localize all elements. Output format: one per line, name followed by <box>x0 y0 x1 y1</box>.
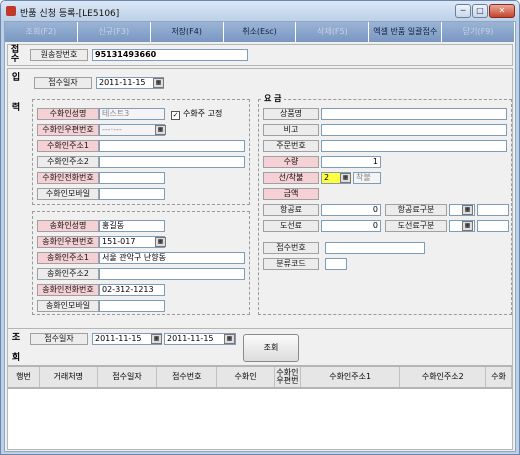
recipient-addr1-input[interactable] <box>99 140 245 152</box>
toolbar-button[interactable]: 삭제(F5) <box>296 22 370 42</box>
search-icon[interactable]: ▦ <box>340 173 351 183</box>
recipient-postcode-label: 수화인우편번호 <box>37 124 99 136</box>
toolbar-button[interactable]: 조회(F2) <box>5 22 78 42</box>
recipient-name-input[interactable]: 테스트3 <box>99 108 165 120</box>
recipient-fix-label: 수화주 고정 <box>183 109 223 118</box>
calendar-icon[interactable]: ▦ <box>155 125 166 135</box>
sender-addr1-input[interactable]: 서울 관악구 난향동 <box>99 252 245 264</box>
note-input[interactable] <box>321 124 507 136</box>
section-label-input: 입 력 <box>11 73 21 113</box>
waybill-label: 원송장번호 <box>30 49 88 61</box>
sender-addr2-label: 송화인주소2 <box>37 268 99 280</box>
prepaid-label: 선/착불 <box>263 172 319 184</box>
air-fee-input[interactable]: 0 <box>321 204 381 216</box>
receipt-no-label: 접수번호 <box>263 242 319 254</box>
close-button[interactable]: ✕ <box>489 4 515 18</box>
grid-column-header[interactable]: 수화인 <box>217 367 275 387</box>
section-label-receipt: 접수 <box>10 45 20 64</box>
app-window: 반품 신청 등록-[LE5106] ─ □ ✕ 조회(F2) 신규(F3) 저장(F… <box>0 0 520 455</box>
grid-column-header[interactable]: 수화인주소2 <box>400 367 487 387</box>
recipient-fix-checkbox[interactable]: ✓ <box>171 111 180 120</box>
air-fee-label: 항공료 <box>263 204 319 216</box>
minimize-button[interactable]: ─ <box>455 4 471 18</box>
ferry-type-text[interactable] <box>477 220 509 232</box>
sender-phone-label: 송화인전화번호 <box>37 284 99 296</box>
title-bar[interactable]: 반품 신청 등록-[LE5106] ─ □ ✕ <box>1 1 519 21</box>
recipient-name-label: 수화인성명 <box>37 108 99 120</box>
class-code-input[interactable] <box>325 258 347 270</box>
app-icon <box>6 6 16 16</box>
grid-column-header[interactable]: 행번 <box>8 367 40 387</box>
ferry-type-label: 도선료구분 <box>385 220 447 232</box>
grid-column-header[interactable]: 접수일자 <box>98 367 158 387</box>
note-label: 비고 <box>263 124 319 136</box>
sender-name-label: 송화인성명 <box>37 220 99 232</box>
toolbar-button[interactable]: 신규(F3) <box>77 22 151 42</box>
charges-heading: 요 금 <box>262 93 284 105</box>
section-label-query: 조 회 <box>11 333 21 363</box>
grid-column-header[interactable]: 수화인주소1 <box>301 367 401 387</box>
search-icon[interactable]: ▦ <box>462 221 473 231</box>
grid-header: 행번 거래처명 접수일자 접수번호 수화인 수화인 우편번 수화인주소1 수화인주소2 수화 <box>7 366 513 388</box>
toolbar-button[interactable]: 엑셀 반품 일괄접수 <box>369 22 443 42</box>
calendar-icon[interactable]: ▦ <box>155 237 166 247</box>
waybill-section: 접수 원송장번호 95131493660 <box>7 44 513 66</box>
sender-addr2-input[interactable] <box>99 268 245 280</box>
ferry-fee-input[interactable]: 0 <box>321 220 381 232</box>
recipient-phone-input[interactable] <box>99 172 165 184</box>
receipt-date-label: 접수일자 <box>34 77 92 89</box>
toolbar-button[interactable]: 취소(Esc) <box>223 22 297 42</box>
air-type-text[interactable] <box>477 204 509 216</box>
waybill-input[interactable]: 95131493660 <box>92 49 248 61</box>
prepaid-text: 착불 <box>353 172 381 184</box>
order-no-input[interactable] <box>321 140 507 152</box>
calendar-icon[interactable]: ▦ <box>151 334 162 344</box>
order-no-label: 주문번호 <box>263 140 319 152</box>
sender-mobile-input[interactable] <box>99 300 165 312</box>
sender-phone-input[interactable]: 02-312-1213 <box>99 284 165 296</box>
toolbar: 조회(F2) 신규(F3) 저장(F4) 취소(Esc) 삭제(F5) 엑셀 반품 일괄접… <box>5 22 516 42</box>
toolbar-button[interactable]: 닫기(F9) <box>442 22 516 42</box>
grid-column-header[interactable]: 접수번호 <box>157 367 218 387</box>
product-label: 상품명 <box>263 108 319 120</box>
maximize-button[interactable]: □ <box>472 4 488 18</box>
recipient-addr2-label: 수화인주소2 <box>37 156 99 168</box>
recipient-addr1-label: 수화인주소1 <box>37 140 99 152</box>
grid-column-header[interactable]: 수화 <box>486 367 513 387</box>
recipient-addr2-input[interactable] <box>99 156 245 168</box>
sender-addr1-label: 송화인주소1 <box>37 252 99 264</box>
ferry-fee-label: 도선료 <box>263 220 319 232</box>
grid-column-header[interactable]: 거래처명 <box>40 367 98 387</box>
sender-postcode-label: 송화인우편번호 <box>37 236 99 248</box>
recipient-mobile-input[interactable] <box>99 188 165 200</box>
quantity-label: 수량 <box>263 156 319 168</box>
search-icon[interactable]: ▦ <box>462 205 473 215</box>
search-button[interactable]: 조회 <box>243 334 299 362</box>
amount-label: 금액 <box>263 188 319 200</box>
client-area: 조회(F2) 신규(F3) 저장(F4) 취소(Esc) 삭제(F5) 엑셀 반품 일괄접… <box>4 21 516 452</box>
grid-body[interactable] <box>7 388 513 450</box>
air-type-label: 항공료구분 <box>385 204 447 216</box>
toolbar-button[interactable]: 저장(F4) <box>150 22 224 42</box>
class-code-label: 분류코드 <box>263 258 319 270</box>
recipient-phone-label: 수화인전화번호 <box>37 172 99 184</box>
window-title: 반품 신청 등록-[LE5106] <box>20 9 120 19</box>
calendar-icon[interactable]: ▦ <box>153 78 164 88</box>
query-date-label: 접수일자 <box>30 333 88 345</box>
recipient-mobile-label: 수화인모바일 <box>37 188 99 200</box>
sender-mobile-label: 송화인모바일 <box>37 300 99 312</box>
grid-column-header[interactable]: 수화인 우편번 <box>275 367 301 387</box>
calendar-icon[interactable]: ▦ <box>224 334 235 344</box>
sender-name-input[interactable]: 홍길동 <box>99 220 165 232</box>
product-input[interactable] <box>321 108 507 120</box>
receipt-no-input[interactable] <box>325 242 425 254</box>
quantity-input[interactable]: 1 <box>321 156 381 168</box>
